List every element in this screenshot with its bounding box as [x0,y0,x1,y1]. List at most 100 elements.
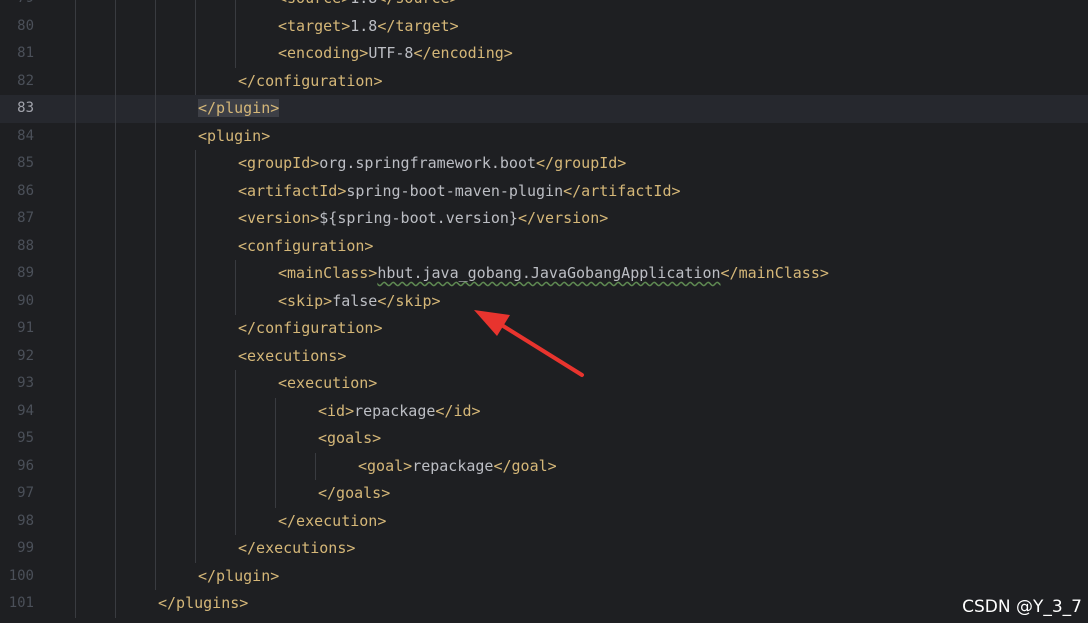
code-content: <configuration> [238,233,373,261]
code-line[interactable]: 99 </executions> [0,535,1088,563]
xml-text: repackage [412,456,494,475]
indent-guide [235,452,236,480]
code-line[interactable]: 95 <goals> [0,425,1088,453]
indent-guide [195,205,196,233]
code-line[interactable]: 101 </plugins> [0,590,1088,618]
code-content: </configuration> [238,315,383,343]
indent-guide [195,260,196,288]
xml-text: spring-boot-maven-plugin [346,181,564,200]
indent-guide [155,95,156,123]
indent-guide [75,12,76,40]
indent-guide [275,480,276,508]
code-line[interactable]: 93 <execution> [0,370,1088,398]
line-number: 95 [17,430,34,446]
indent-guide [155,0,156,13]
indent-guide [235,287,236,315]
indent-guide [195,370,196,398]
indent-guide [115,287,116,315]
line-number: 85 [17,155,34,171]
code-content: <target>1.8</target> [278,13,459,41]
xml-tag-close: </id> [435,401,481,420]
code-content: <version>${spring-boot.version}</version… [238,205,608,233]
xml-tag-open: <target> [278,16,351,35]
indent-guide [275,452,276,480]
indent-guide [75,562,76,590]
indent-guide [155,40,156,68]
indent-guide [115,205,116,233]
code-line[interactable]: 80 <target>1.8</target> [0,12,1088,41]
indent-guide [115,370,116,398]
indent-guide [155,425,156,453]
xml-tag-open: <plugin> [198,126,271,145]
code-content: </plugin> [198,563,279,591]
indent-guide [195,452,196,480]
indent-guide [115,425,116,453]
xml-text: false [332,291,378,310]
indent-guide [155,67,156,95]
code-content: <source>1.8</source> [278,0,459,13]
xml-tag-close: </artifactId> [563,181,681,200]
line-number: 92 [17,347,34,364]
xml-tag-open: </execution> [278,511,387,530]
indent-guide [195,480,196,508]
indent-guide [115,40,116,68]
indent-guide [155,480,156,508]
xml-text: 1.8 [350,16,378,35]
indent-guide [195,397,196,425]
indent-guide [115,535,116,563]
xml-tag-open: </plugin> [198,99,280,117]
code-line[interactable]: 81 <encoding>UTF-8</encoding> [0,40,1088,68]
code-line[interactable]: 85 <groupId>org.springframework.boot</gro… [0,150,1088,178]
code-line[interactable]: 91 </configuration> [0,315,1088,343]
indent-guide [115,12,116,40]
code-editor[interactable]: 79<source>1.8</source>80<target>1.8</tar… [0,0,1088,618]
xml-tag-close: </source> [377,0,458,7]
code-line[interactable]: 94 <id>repackage</id> [0,397,1088,425]
code-line[interactable]: 79 <source>1.8</source> [0,0,1088,13]
indent-guide [115,590,116,618]
code-line[interactable]: 84 <plugin> [0,122,1088,151]
indent-guide [75,370,76,398]
code-content: <plugin> [198,123,270,151]
line-number: 83 [17,100,34,116]
indent-guide [75,177,76,205]
line-number: 99 [17,540,34,556]
line-number: 93 [17,375,34,391]
indent-guide [195,507,196,535]
xml-text: repackage [354,401,436,420]
indent-guide [115,177,116,205]
indent-guide [75,535,76,563]
line-number: 100 [8,567,34,584]
indent-guide [195,67,196,95]
indent-guide [195,40,196,68]
indent-guide [75,122,76,150]
code-line[interactable]: 89 <mainClass>hbut.java_gobang.JavaGobang… [0,260,1088,288]
code-line[interactable]: 83 </plugin> [0,95,1088,123]
code-line[interactable]: 82 </configuration> [0,67,1088,95]
xml-text: UTF-8 [368,44,414,62]
indent-guide [235,370,236,398]
indent-guide [115,397,116,425]
indent-guide [75,507,76,535]
code-line[interactable]: 92 <executions> [0,342,1088,370]
xml-tag-open: <encoding> [278,44,369,62]
code-line[interactable]: 87 <version>${spring-boot.version}</versi… [0,205,1088,233]
code-line[interactable]: 100 </plugin> [0,562,1088,591]
code-line[interactable]: 88 <configuration> [0,232,1088,261]
code-line[interactable]: 86 <artifactId>spring-boot-maven-plugin</… [0,177,1088,205]
code-line[interactable]: 90 <skip>false</skip> [0,287,1088,315]
code-content: </plugin> [198,95,280,123]
indent-guide [75,150,76,178]
xml-tag-open: </configuration> [238,71,383,90]
indent-guide [155,232,156,260]
code-line[interactable]: 98 </execution> [0,507,1088,535]
indent-guide [75,232,76,260]
indent-guide [195,177,196,205]
line-number: 96 [17,457,34,474]
code-line[interactable]: 97 </goals> [0,480,1088,508]
indent-guide [115,232,116,260]
xml-tag-close: </goal> [493,456,557,475]
indent-guide [155,287,156,315]
indent-guide [75,397,76,425]
code-line[interactable]: 96 <goal>repackage</goal> [0,452,1088,480]
